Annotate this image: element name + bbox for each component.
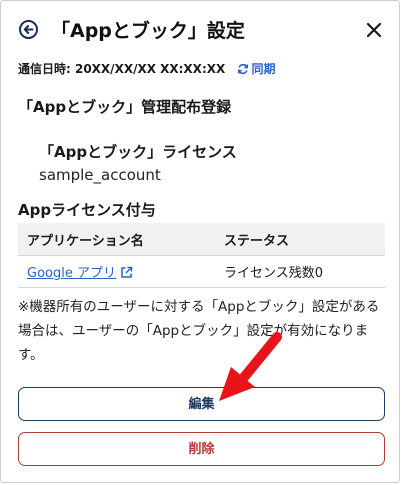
- management-heading: 「Appとブック」管理配布登録: [18, 98, 232, 116]
- license-table: アプリケーション名 ステータス Google アプリ ライセンス残数0: [18, 223, 385, 288]
- table-row: Google アプリ ライセンス残数0: [18, 255, 385, 288]
- back-arrow-icon: [23, 25, 34, 34]
- page-title: 「Appとブック」設定: [51, 20, 245, 42]
- edit-button[interactable]: 編集: [18, 387, 385, 421]
- panel-header: 「Appとブック」設定: [17, 15, 385, 45]
- annotation-arrow-icon: [219, 332, 282, 401]
- note-text: ※機器所有のユーザーに対する「Appとブック」設定がある場合は、ユーザーの「Ap…: [18, 299, 380, 363]
- column-header-app: アプリケーション名: [18, 223, 215, 256]
- delete-button[interactable]: 削除: [18, 432, 385, 466]
- sync-row: 通信日時: 20XX/XX/XX XX:XX:XX 同期: [18, 60, 275, 77]
- close-icon[interactable]: [365, 21, 383, 39]
- refresh-icon: [238, 63, 249, 75]
- sync-link[interactable]: 同期: [237, 62, 275, 76]
- license-account: sample_account: [39, 166, 161, 184]
- app-link[interactable]: Google アプリ: [27, 266, 116, 281]
- app-cell: Google アプリ: [18, 255, 215, 288]
- external-link-icon[interactable]: [120, 266, 133, 279]
- settings-panel: 「Appとブック」設定 通信日時: 20XX/XX/XX XX:XX:XX 同期…: [0, 0, 400, 483]
- table-header-row: アプリケーション名 ステータス: [18, 223, 385, 256]
- column-header-status: ステータス: [215, 223, 385, 256]
- license-heading: 「Appとブック」ライセンス: [39, 143, 237, 161]
- status-cell: ライセンス残数0: [215, 255, 385, 288]
- back-button[interactable]: [19, 20, 38, 39]
- sync-link-label: 同期: [251, 62, 276, 76]
- assignment-heading: Appライセンス付与: [18, 201, 156, 219]
- sync-timestamp: 通信日時: 20XX/XX/XX XX:XX:XX: [18, 62, 226, 76]
